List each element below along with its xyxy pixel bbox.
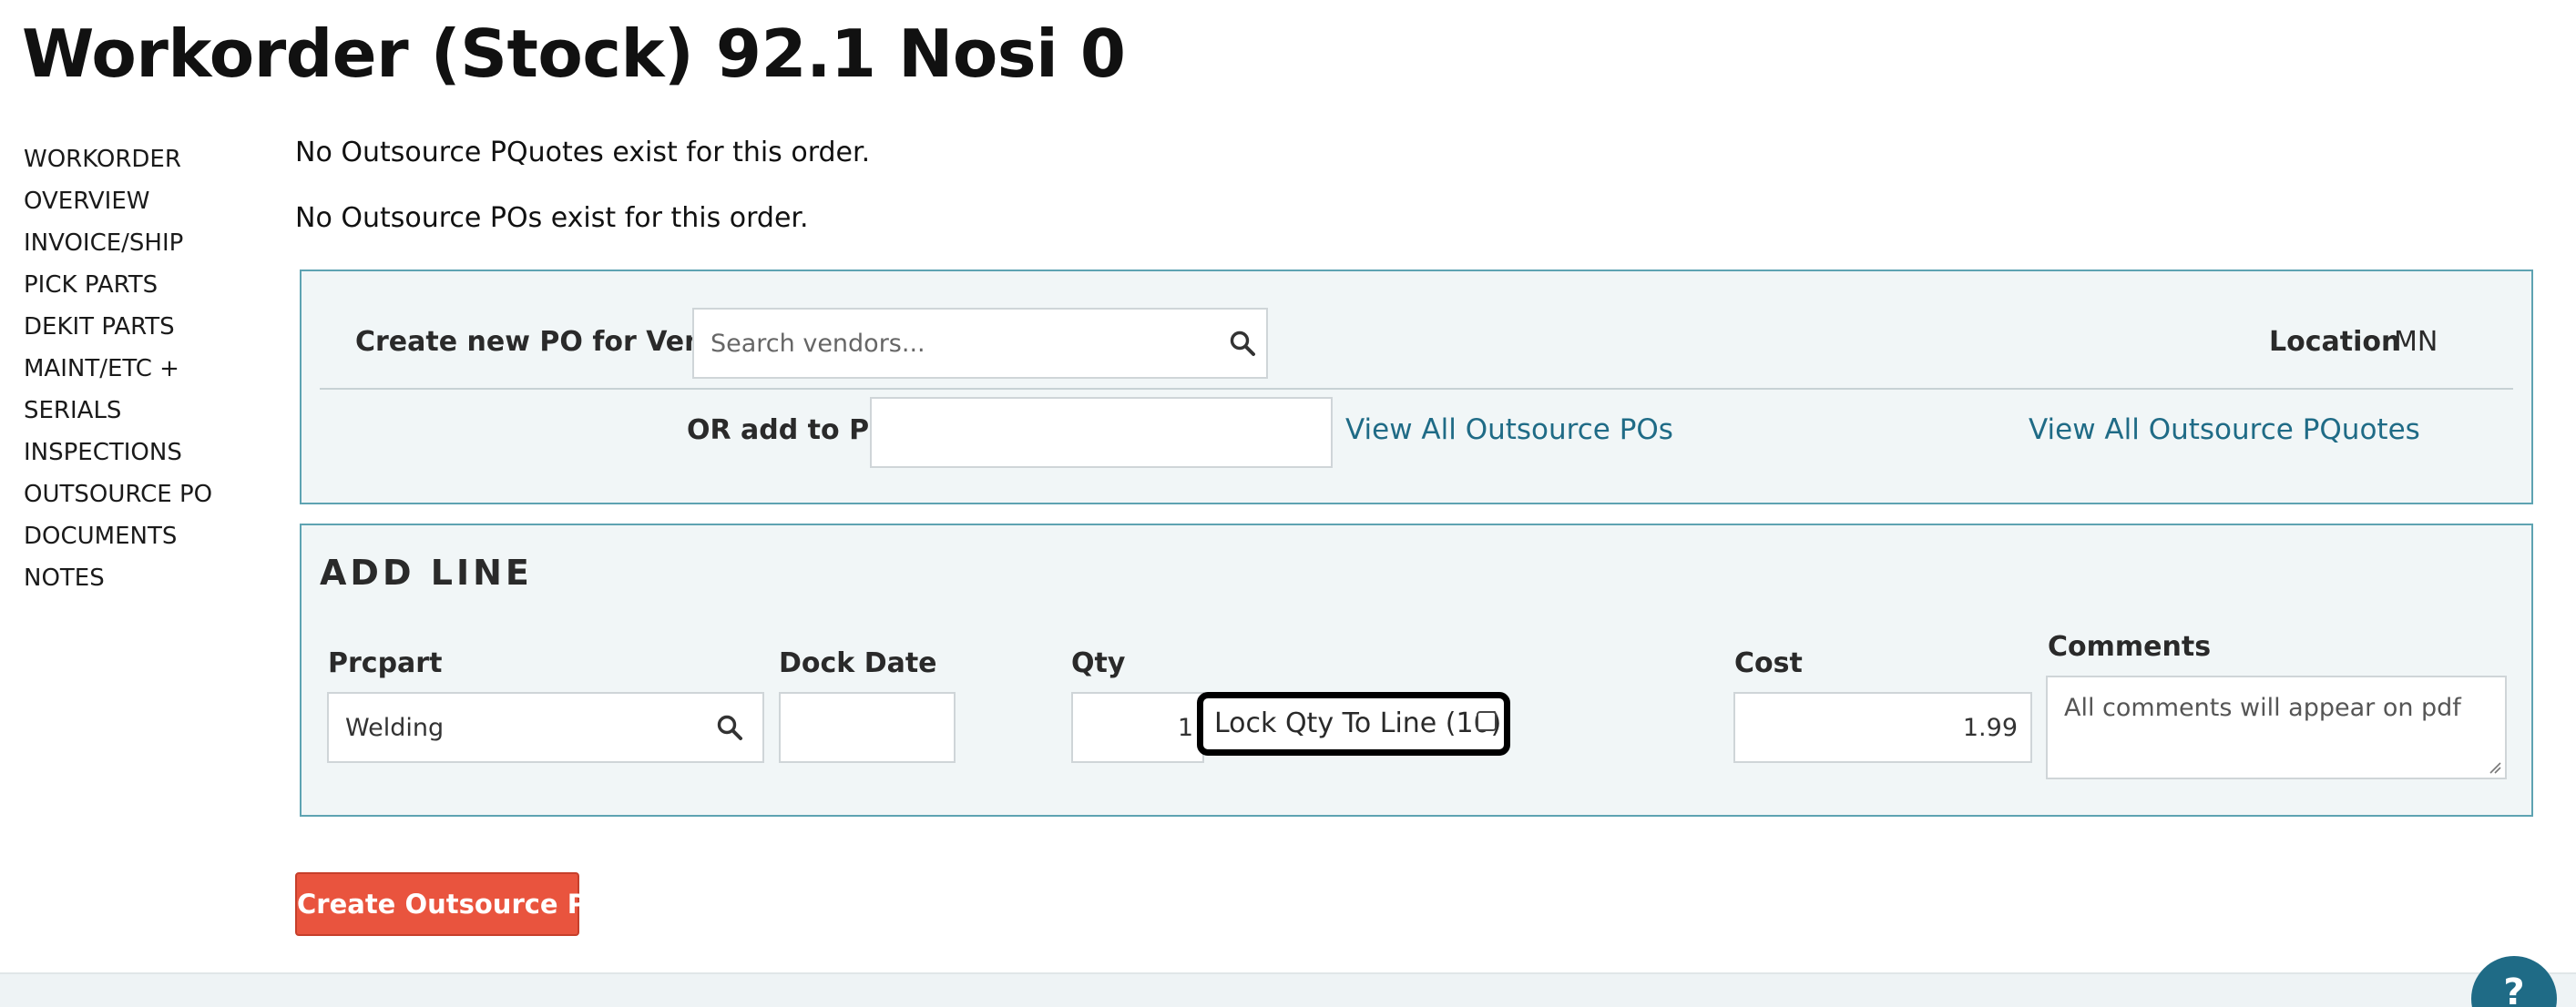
sidebar-item-notes[interactable]: NOTES [24,557,270,599]
sidebar-item-serials[interactable]: SERIALS [24,390,270,432]
search-icon[interactable] [1229,330,1256,357]
add-to-po-label: OR add to PO [687,414,893,446]
qty-input[interactable] [1071,692,1204,763]
sidebar-item-outsource-po[interactable]: OUTSOURCE PO [24,473,270,515]
location-value: MN [2394,326,2438,358]
add-line-panel: ADD LINE Prcpart Dock Date Qty Lock Qty … [300,524,2533,817]
lock-qty-highlight: Lock Qty To Line (10) [1197,692,1510,756]
cost-input[interactable] [1733,692,2032,763]
no-pos-notice: No Outsource POs exist for this order. [295,202,809,234]
panel-divider [320,388,2513,390]
page-title: Workorder (Stock) 92.1 Nosi 0 [22,15,1126,92]
add-to-po-input[interactable] [870,397,1333,468]
help-button[interactable]: ? [2471,956,2557,1007]
sidebar-nav: WORKORDER OVERVIEW INVOICE/SHIP PICK PAR… [24,138,270,599]
view-all-outsource-pos-link[interactable]: View All Outsource POs [1345,413,1673,446]
lock-qty-checkbox[interactable] [1477,711,1497,731]
sidebar-item-workorder[interactable]: WORKORDER [24,138,270,180]
vendor-search-input[interactable] [692,308,1268,379]
prcpart-input[interactable] [327,692,764,763]
sidebar-item-overview[interactable]: OVERVIEW [24,180,270,222]
sidebar-item-maint-etc[interactable]: MAINT/ETC + [24,348,270,390]
comments-label: Comments [2048,631,2212,663]
dock-date-label: Dock Date [779,647,937,679]
vendor-po-panel: Create new PO for Vendor Location MN OR … [300,270,2533,504]
location-label: Location [2269,326,2401,358]
comments-textarea[interactable]: All comments will appear on pdf [2046,676,2507,779]
sidebar-item-inspections[interactable]: INSPECTIONS [24,432,270,473]
view-all-outsource-pquotes-link[interactable]: View All Outsource PQuotes [2029,413,2420,446]
qty-label: Qty [1071,647,1126,679]
comments-placeholder: All comments will appear on pdf [2064,694,2461,722]
search-icon[interactable] [716,714,743,741]
dock-date-input[interactable] [779,692,956,763]
prcpart-label: Prcpart [328,647,443,679]
cost-label: Cost [1734,647,1803,679]
sidebar-item-pick-parts[interactable]: PICK PARTS [24,264,270,306]
create-outsource-po-button[interactable]: Create Outsource PO [295,872,609,936]
sidebar-item-invoice-ship[interactable]: INVOICE/SHIP [24,222,270,264]
sidebar-item-dekit-parts[interactable]: DEKIT PARTS [24,306,270,348]
footer-bar [0,972,2576,1007]
sidebar-item-documents[interactable]: DOCUMENTS [24,515,270,557]
resize-grip-icon[interactable] [2489,761,2501,774]
add-line-heading: ADD LINE [320,553,533,593]
lock-qty-label: Lock Qty To Line (10) [1214,707,1502,739]
no-pquotes-notice: No Outsource PQuotes exist for this orde… [295,137,871,168]
